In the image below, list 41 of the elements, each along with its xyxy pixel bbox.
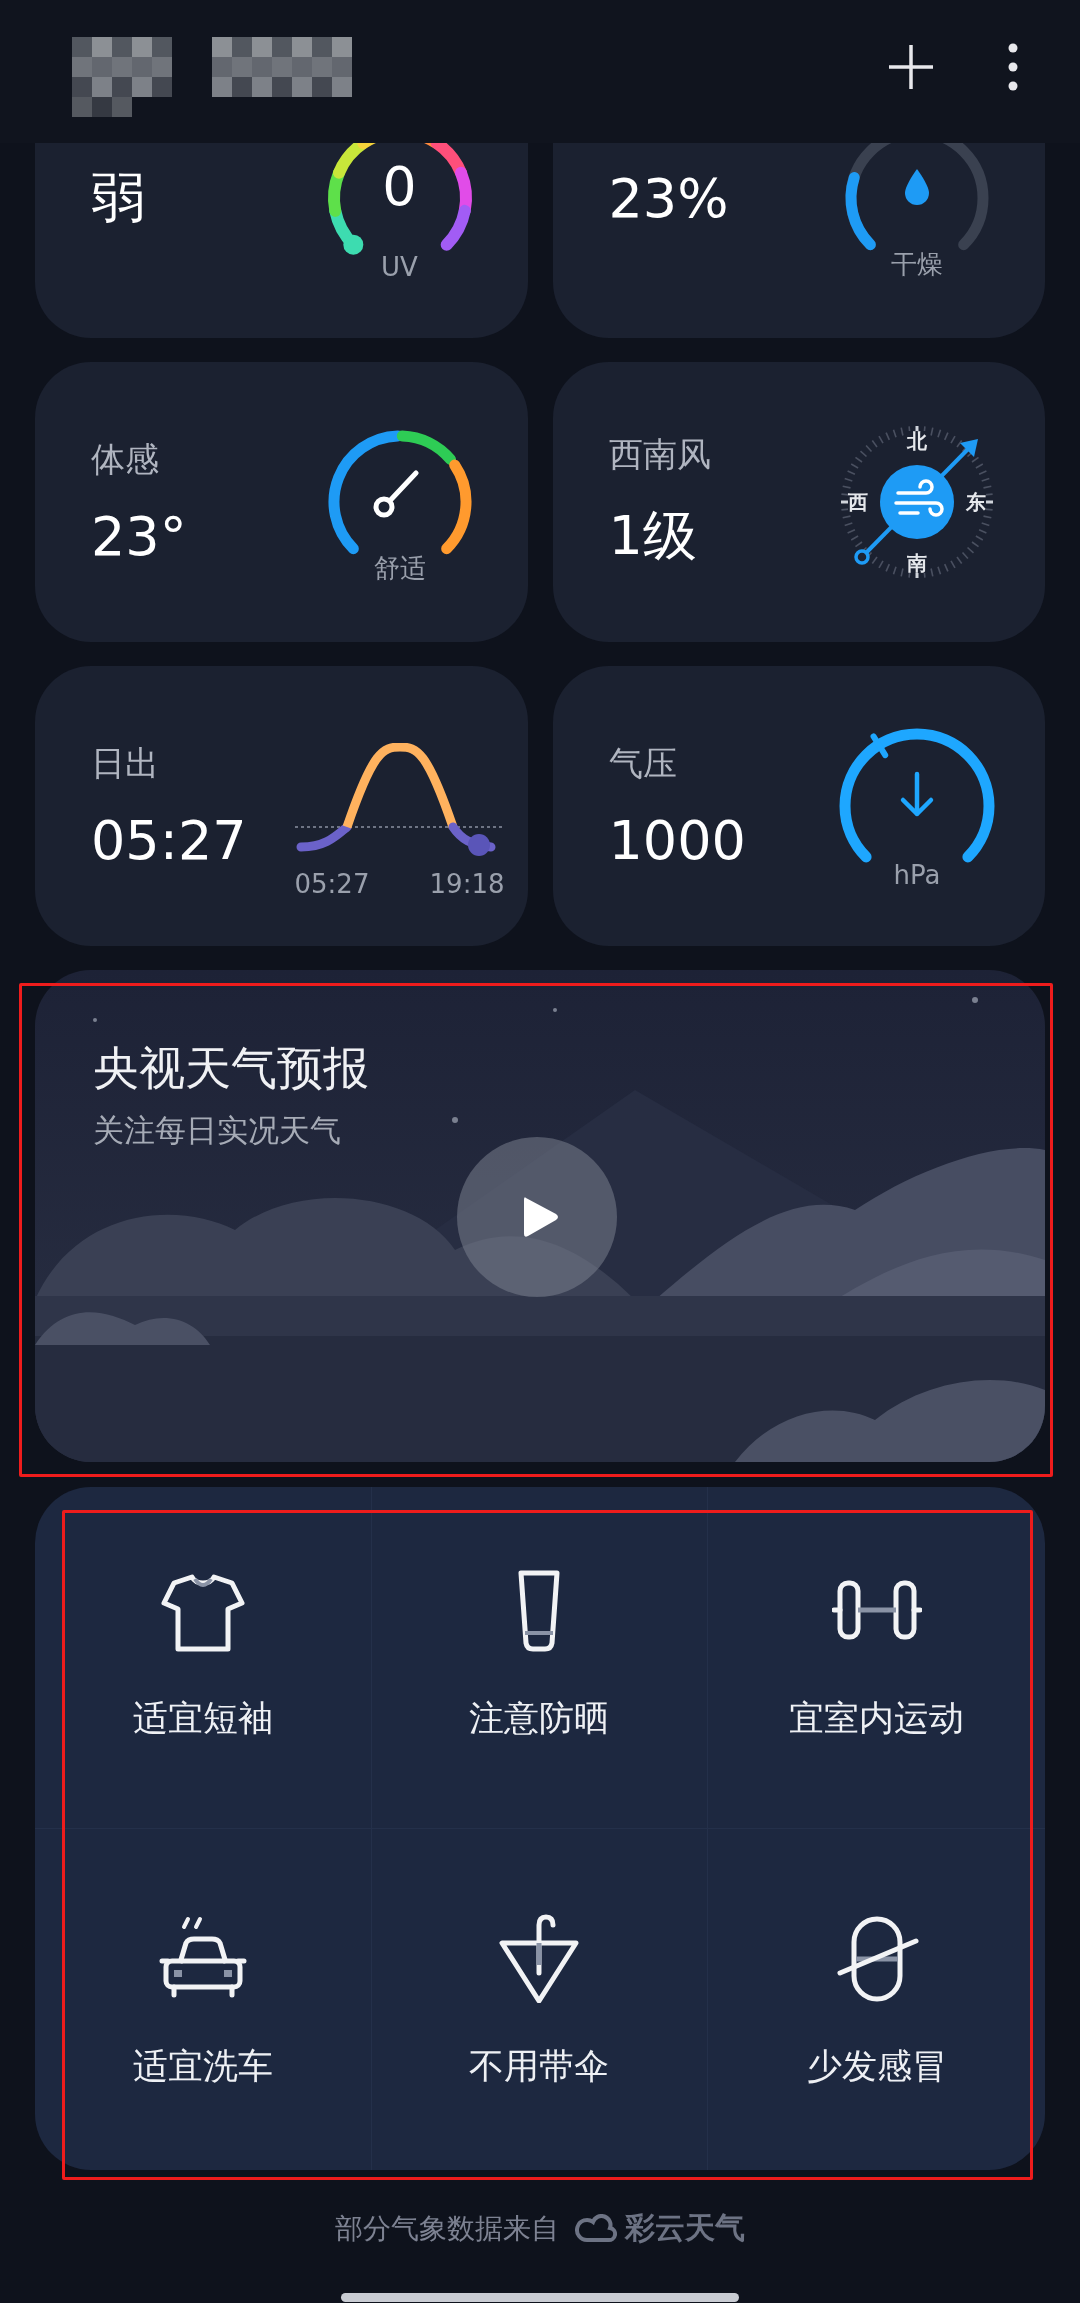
sunrise-time: 05:27 — [294, 869, 370, 899]
cloud-icon — [573, 2213, 617, 2244]
compass-direction: 西 — [848, 492, 868, 512]
unit-label: hPa — [893, 860, 941, 890]
metric-value: 1级 — [608, 502, 698, 569]
video-title: 央视天气预报 — [93, 1040, 370, 1097]
tip-label: 不用带伞 — [469, 2044, 610, 2088]
brand-name: 彩云天气 — [625, 2209, 745, 2247]
metric-card[interactable]: 体感 23° 舒适 — [35, 362, 528, 642]
humidity-caption: 干燥 — [891, 248, 943, 281]
uv-index: 0 — [382, 160, 417, 215]
more-icon[interactable] — [1006, 41, 1020, 92]
unit-label: UV — [381, 252, 418, 282]
tip-label: 宜室内运动 — [789, 1697, 965, 1740]
compass-direction: 北 — [907, 431, 927, 451]
metric-value: 23° — [91, 504, 187, 568]
video-subtitle: 关注每日实况天气 — [93, 1111, 342, 1150]
tip-label: 少发感冒 — [806, 2044, 947, 2088]
metric-card[interactable]: 日出 05:27 05:27 19:18 — [35, 666, 528, 946]
metric-value: 弱 — [91, 164, 145, 231]
droplet-icon — [902, 167, 932, 208]
metric-value: 23% — [608, 166, 729, 230]
data-source-text: 部分气象数据来自 — [335, 2210, 559, 2247]
tip-label: 适宜短袖 — [132, 1697, 273, 1740]
metric-card[interactable]: 23% 干燥 — [552, 143, 1045, 338]
metric-label: 西南风 — [608, 432, 711, 476]
metric-label: 体感 — [91, 437, 160, 481]
metric-label: 日出 — [91, 741, 160, 785]
metric-label: 气压 — [608, 741, 678, 785]
video-card[interactable]: 央视天气预报 关注每日实况天气 — [35, 970, 1045, 1462]
compass-direction: 南 — [907, 553, 927, 573]
metric-value: 05:27 — [91, 808, 247, 872]
comfort-caption: 舒适 — [373, 552, 426, 585]
tip-label: 注意防晒 — [469, 1697, 610, 1740]
compass-direction: 东 — [966, 492, 986, 512]
metric-card[interactable]: 西南风 1级 北 南 西 东 — [552, 362, 1045, 642]
metric-value: 1000 — [608, 808, 746, 872]
metric-card[interactable]: 气压 1000 hPa — [552, 666, 1045, 946]
metric-card[interactable]: 弱 0 UV — [35, 143, 528, 338]
sunset-time: 19:18 — [429, 869, 505, 899]
tip-label: 适宜洗车 — [132, 2044, 273, 2088]
